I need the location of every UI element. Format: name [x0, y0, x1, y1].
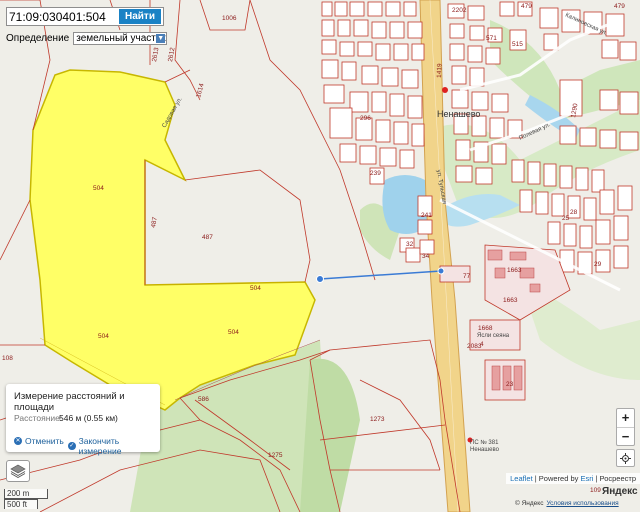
zoom-in-button[interactable]: +: [617, 409, 634, 428]
parcel-label: 28: [570, 209, 578, 216]
attribution-sep2: | Росреестр: [593, 474, 636, 483]
village-label: Ненашево: [437, 109, 480, 119]
distance-label: Расстояние:: [14, 413, 63, 423]
parcel-label: 571: [486, 35, 497, 42]
parcel-label: 504: [93, 185, 104, 192]
measure-title: Измерение расстояний и площади: [14, 391, 125, 413]
layers-button[interactable]: [6, 460, 30, 482]
parcel-label: 586: [198, 396, 209, 403]
substation-sublabel: Ненашево: [470, 447, 500, 453]
parcel-label: 1663: [503, 297, 518, 304]
definition-selected: земельный участок: [76, 32, 166, 44]
close-icon: ✕: [14, 437, 22, 445]
locate-button[interactable]: [616, 449, 635, 467]
leaflet-link[interactable]: Leaflet: [510, 474, 533, 483]
parcel-label: 296: [360, 115, 371, 122]
crosshair-icon: [620, 452, 631, 464]
parcel-label: 1668: [478, 325, 493, 332]
finish-label: Закончить измерение: [78, 436, 122, 456]
parcel-label: 108: [2, 355, 13, 362]
scale-bar: 200 m 500 ft: [4, 489, 48, 509]
parcel-label: 239: [370, 170, 381, 177]
parcel-label: 479: [614, 3, 625, 10]
finish-measure-button[interactable]: ✓ Закончить измерение: [68, 436, 160, 456]
parcel-label: 504: [228, 329, 239, 336]
parcel-label: 1663: [507, 267, 522, 274]
cancel-measure-button[interactable]: ✕ Отменить: [14, 436, 64, 446]
parcel-label: 34: [422, 253, 430, 260]
parcel-label: 4: [480, 341, 484, 348]
parcel-label: 479: [521, 3, 532, 10]
scale-imperial: 500 ft: [4, 499, 38, 509]
parcel-label: 2202: [452, 7, 467, 14]
parcel-label: 25: [562, 215, 570, 222]
parcel-label: 109: [590, 487, 601, 494]
definition-row: Определение земельный участок ▼: [6, 31, 168, 45]
measure-start-point: [316, 275, 324, 283]
school-label: Ясли сеяна: [477, 333, 510, 339]
parcel-label: 504: [250, 285, 261, 292]
parcel-label: 487: [202, 234, 213, 241]
distance-value: 546 м (0.55 км): [59, 413, 118, 423]
parcel-label: 241: [421, 212, 432, 219]
terms-link[interactable]: Условия использования: [546, 500, 618, 507]
yandex-footer: © Яндекс Условия использования: [515, 500, 619, 507]
parcel-label: 29: [594, 261, 602, 268]
substation-label: ПС № 381: [470, 439, 499, 446]
measure-panel: Измерение расстояний и площади Расстояни…: [6, 384, 160, 456]
parcel-label: 504: [98, 333, 109, 340]
search-input[interactable]: [9, 9, 117, 24]
definition-label: Определение: [6, 32, 70, 44]
zoom-out-button[interactable]: −: [617, 428, 634, 446]
parcel-label: 23: [506, 381, 514, 388]
scale-metric: 200 m: [4, 489, 48, 499]
cadastral-search: Найти: [6, 7, 164, 26]
attribution: Leaflet | Powered by Esri | Росреестр: [506, 473, 640, 484]
find-button[interactable]: Найти: [119, 9, 161, 24]
attribution-sep1: | Powered by: [532, 474, 581, 483]
parcel-label: 515: [512, 41, 523, 48]
parcel-label: 1273: [370, 416, 385, 423]
parcel-label: 32: [406, 241, 414, 248]
parcel-label: 77: [463, 273, 471, 280]
parcel-label: 1006: [222, 15, 237, 22]
yandex-logo: Яндекс: [602, 486, 638, 497]
esri-link[interactable]: Esri: [580, 474, 593, 483]
cancel-label: Отменить: [25, 436, 64, 446]
zoom-control: + −: [616, 408, 635, 446]
parcel-label: 1275: [268, 452, 283, 459]
layers-icon: [10, 464, 26, 478]
yandex-copyright: © Яндекс: [515, 500, 544, 507]
chevron-down-icon: ▼: [156, 33, 166, 43]
check-icon: ✓: [68, 442, 76, 450]
definition-select[interactable]: земельный участок ▼: [73, 31, 168, 45]
measure-end-point: [437, 267, 445, 275]
parcel-label: 1419: [436, 63, 444, 78]
poi-marker: [442, 87, 448, 93]
